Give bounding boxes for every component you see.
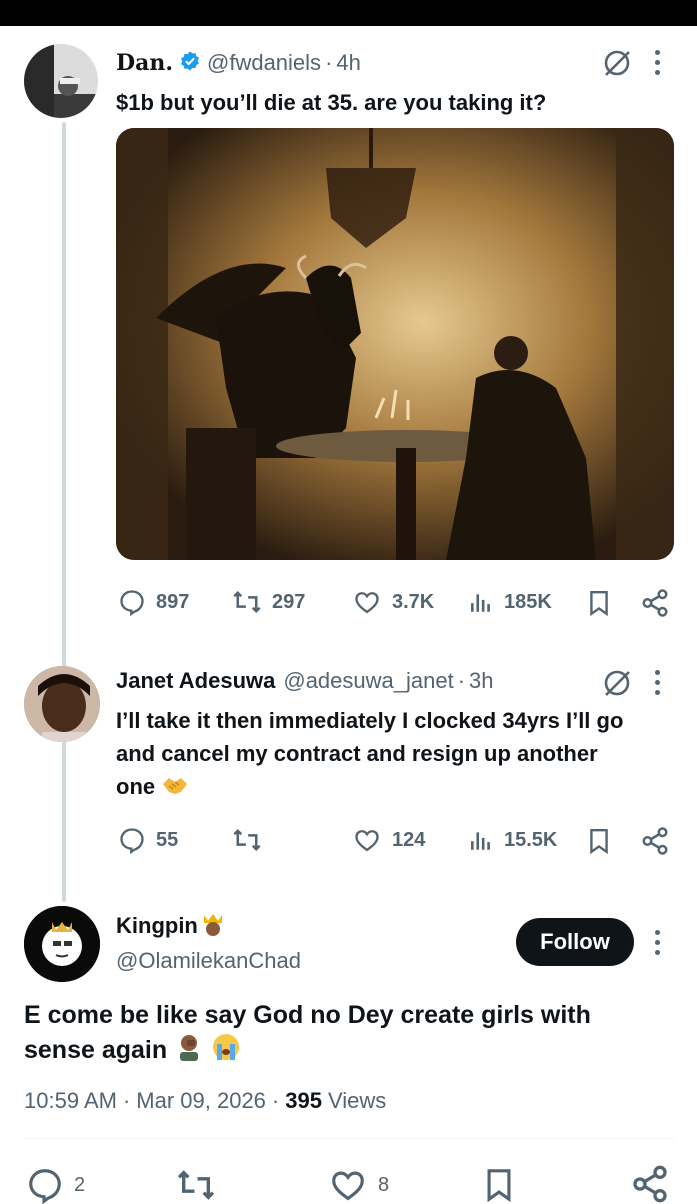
separator-dot: ·: [325, 50, 333, 75]
reply-button[interactable]: 2: [26, 1166, 85, 1204]
tweet-meta: 10:59 AM · Mar 09, 2026 · 395 Views: [24, 1088, 386, 1114]
handshake-emoji-icon: [161, 772, 189, 805]
author-name[interactable]: Dan.: [116, 50, 173, 76]
avatar[interactable]: [24, 44, 98, 118]
avatar[interactable]: [24, 666, 100, 742]
like-count: 3.7K: [392, 590, 435, 613]
retweet-icon: [233, 828, 261, 852]
reply-count: 2: [74, 1173, 86, 1196]
bookmark-button[interactable]: [586, 588, 612, 618]
status-bar: [0, 0, 697, 26]
views-count: 15.5K: [504, 828, 558, 851]
tweet-time[interactable]: 4h: [336, 50, 360, 76]
retweet-count: 297: [272, 590, 306, 613]
reply-icon: [120, 828, 144, 854]
share-button[interactable]: [640, 588, 670, 618]
tweet-date[interactable]: Mar 09, 2026: [136, 1088, 266, 1114]
share-button[interactable]: [640, 826, 670, 856]
grok-icon[interactable]: [602, 668, 632, 703]
tweet-text: $1b but you’ll die at 35. are you taking…: [116, 90, 547, 115]
retweet-icon: [177, 1170, 215, 1200]
bookmark-icon: [590, 590, 608, 617]
like-button[interactable]: 8: [328, 1166, 389, 1204]
facepalm-emoji-icon: [174, 1032, 204, 1071]
heart-icon: [332, 1171, 364, 1201]
reply-icon: [29, 1169, 61, 1204]
tweet-text-line: sense again: [24, 1032, 591, 1071]
retweet-button[interactable]: 297: [232, 588, 305, 616]
more-options-icon[interactable]: [655, 670, 661, 700]
more-options-icon[interactable]: [655, 930, 661, 960]
share-button[interactable]: [630, 1164, 670, 1204]
crown-person-emoji-icon: [200, 911, 226, 942]
bookmark-button[interactable]: [586, 826, 612, 856]
tweet-time[interactable]: 3h: [469, 668, 493, 694]
retweet-button[interactable]: [232, 826, 262, 854]
author-handle[interactable]: @fwdaniels: [207, 50, 321, 76]
reply-button[interactable]: 55: [118, 826, 178, 854]
tweet-image[interactable]: [116, 128, 674, 560]
reply-button[interactable]: 897: [118, 588, 189, 616]
tweet-header: Dan. @fwdaniels · 4h: [116, 48, 361, 78]
tweet-text-line: I’ll take it then immediately I clocked …: [116, 708, 624, 733]
author-name-row: Kingpin: [116, 910, 226, 942]
reply-icon: [120, 590, 144, 616]
heart-icon: [355, 592, 379, 614]
tweet-text-line-end: one: [116, 774, 156, 799]
divider: [24, 1138, 674, 1139]
tweet-text-line-end: sense again: [24, 1036, 168, 1065]
views-count: 185K: [504, 590, 552, 613]
views-button[interactable]: 15.5K: [468, 826, 557, 854]
author-name[interactable]: Janet Adesuwa: [116, 668, 275, 694]
retweet-icon: [233, 590, 261, 614]
thread-connector-line: [62, 122, 66, 902]
heart-icon: [355, 830, 379, 852]
views-icon: [471, 594, 490, 612]
more-options-icon[interactable]: [655, 50, 661, 80]
retweet-button[interactable]: [176, 1166, 216, 1204]
avatar-kingpin-image: [24, 906, 100, 982]
views-icon: [471, 832, 490, 850]
tweet-text: I’ll take it then immediately I clocked …: [116, 704, 623, 805]
author-name[interactable]: Kingpin: [116, 913, 198, 939]
share-icon: [642, 589, 668, 617]
like-count: 124: [392, 828, 426, 851]
tweet-time[interactable]: 10:59 AM: [24, 1088, 117, 1114]
like-button[interactable]: 124: [352, 826, 425, 854]
avatar[interactable]: [24, 906, 100, 982]
avatar-dan-image: [24, 44, 98, 118]
views-label: Views: [327, 1088, 387, 1113]
grok-icon[interactable]: [602, 48, 632, 83]
reply-count: 55: [156, 828, 179, 851]
tweet-text-line: E come be like say God no Dey create gir…: [24, 1001, 591, 1029]
separator-dot: ·: [122, 1088, 131, 1113]
crying-face-emoji-icon: [211, 1032, 241, 1071]
author-handle[interactable]: @adesuwa_janet: [283, 668, 453, 694]
views-button[interactable]: 185K: [468, 588, 552, 616]
author-handle[interactable]: @OlamilekanChad: [116, 948, 301, 974]
reply-count: 897: [156, 590, 190, 613]
bookmark-icon: [590, 828, 608, 855]
verified-badge-icon: [179, 50, 201, 77]
share-icon: [633, 1165, 667, 1203]
avatar-janet-image: [24, 666, 100, 742]
share-icon: [642, 827, 668, 855]
separator-dot: ·: [271, 1088, 280, 1113]
bookmark-icon: [487, 1169, 511, 1203]
separator-dot: ·: [457, 668, 466, 693]
tweet-text: E come be like say God no Dey create gir…: [24, 998, 591, 1071]
tweet-text-line: and cancel my contract and resign up ano…: [116, 741, 598, 766]
like-button[interactable]: 3.7K: [352, 588, 434, 616]
tweet-text-line: one: [116, 770, 623, 805]
views-count: 395: [285, 1088, 322, 1113]
bookmark-button[interactable]: [482, 1166, 516, 1204]
follow-button[interactable]: Follow: [516, 918, 634, 966]
like-count: 8: [378, 1173, 390, 1196]
tweet-header: Janet Adesuwa @adesuwa_janet · 3h: [116, 666, 494, 696]
